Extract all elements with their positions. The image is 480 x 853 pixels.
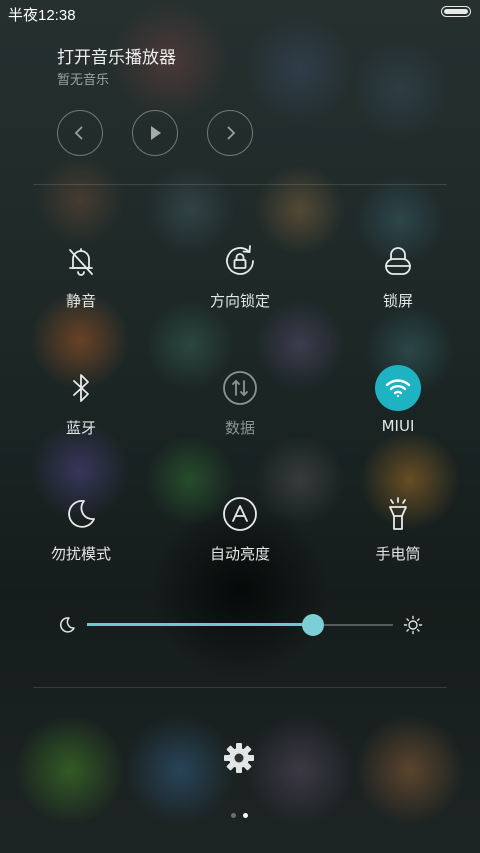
next-track-button[interactable] [207,110,253,156]
toggle-flashlight[interactable]: 手电筒 [338,491,458,571]
music-player-title[interactable]: 打开音乐播放器 [57,43,176,68]
music-player-subtitle: 暂无音乐 [57,73,110,88]
bell-off-icon [58,238,104,284]
toggle-rotation-lock[interactable]: 方向锁定 [180,238,300,318]
brightness-high-icon [403,615,423,639]
divider [33,687,447,688]
lock-icon [375,238,421,284]
wifi-icon [375,365,421,411]
toggle-silent[interactable]: 静音 [21,238,141,318]
toggle-label: MIUI [381,417,415,435]
rotation-lock-icon [217,238,263,284]
chevron-left-icon [74,126,83,140]
settings-button[interactable] [222,741,256,779]
gear-icon [224,743,254,773]
toggle-label: 方向锁定 [209,292,270,310]
moon-icon [58,491,104,537]
chevron-right-icon [227,126,236,140]
flashlight-icon [375,491,421,537]
toggle-lock-screen[interactable]: 锁屏 [338,238,458,318]
page-dot [231,813,236,818]
toggle-label: 静音 [65,292,96,310]
divider [33,184,447,185]
previous-track-button[interactable] [57,110,103,156]
play-button[interactable] [132,110,178,156]
toggle-auto-brightness[interactable]: 自动亮度 [180,491,300,571]
toggle-label: 数据 [224,419,255,437]
battery-icon [441,6,471,17]
toggle-label: 锁屏 [382,292,413,310]
toggle-label: 手电筒 [375,545,421,563]
auto-brightness-icon [217,491,263,537]
status-time: 半夜12:38 [8,7,76,24]
play-icon [151,126,161,140]
mobile-data-icon [217,365,263,411]
brightness-low-icon [58,616,76,638]
brightness-slider-fill [87,623,314,626]
toggle-label: 勿扰模式 [50,545,111,563]
toggle-label: 蓝牙 [65,419,96,437]
page-dot-active [243,813,248,818]
toggle-do-not-disturb[interactable]: 勿扰模式 [21,491,141,571]
toggle-bluetooth[interactable]: 蓝牙 [21,365,141,445]
toggle-wifi[interactable]: MIUI [338,365,458,445]
toggle-label: 自动亮度 [209,545,270,563]
bluetooth-icon [58,365,104,411]
toggle-mobile-data[interactable]: 数据 [180,365,300,445]
